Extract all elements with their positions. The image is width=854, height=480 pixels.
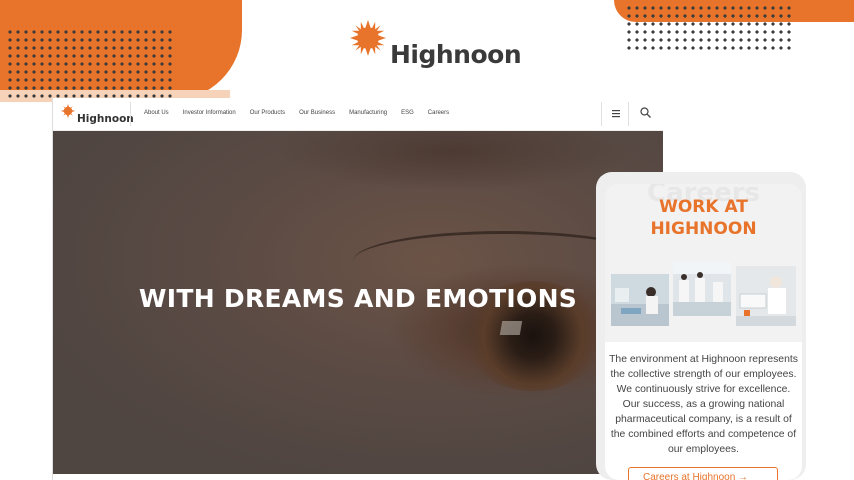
careers-photo-lab-2 [673,262,731,322]
site-navbar: Highnoon About Us Investor Information O… [53,98,663,131]
brand-wordmark: Highnoon [390,40,522,69]
nav-link-manufacturing[interactable]: Manufacturing [349,110,387,116]
hero-banner: WITH DREAMS AND EMOTIONS [53,131,663,474]
careers-photo-lab-1 [611,274,669,334]
nav-link-our-business[interactable]: Our Business [299,110,335,116]
careers-card-header: Careers WORK AT HIGHNOON [605,184,802,342]
careers-at-highnoon-button[interactable]: Careers at Highnoon → [628,467,778,480]
nav-link-esg[interactable]: ESG [401,110,414,116]
decorative-dot-grid-left [6,28,176,98]
brand-logo: Highnoon [350,20,522,72]
sun-logo-icon [61,104,75,118]
decorative-dot-grid-right [625,4,793,52]
website-preview: Highnoon About Us Investor Information O… [52,98,663,480]
careers-photo-lab-3 [736,266,796,326]
lab-photo-image [611,274,669,326]
menu-button[interactable] [601,102,629,126]
sun-logo-icon [350,20,386,56]
nav-links: About Us Investor Information Our Produc… [144,110,463,116]
lab-photo-image [736,266,796,326]
careers-title-line2: HIGHNOON [650,219,757,239]
nav-logo-text: Highnoon [77,113,134,125]
hamburger-menu-icon [612,110,620,118]
nav-link-our-products[interactable]: Our Products [250,110,285,116]
careers-description: The environment at Highnoon represents t… [609,354,798,455]
careers-title: WORK AT HIGHNOON [605,196,802,240]
nav-link-about-us[interactable]: About Us [144,110,169,116]
nav-divider [130,102,131,126]
nav-link-investor-information[interactable]: Investor Information [183,110,236,116]
hero-headline: WITH DREAMS AND EMOTIONS [138,284,578,313]
careers-card: Careers WORK AT HIGHNOON The environment… [605,184,802,480]
hero-image-reflection [499,321,523,335]
nav-logo[interactable]: Highnoon [61,104,134,126]
search-icon [640,107,651,118]
lab-photo-image [673,262,731,316]
careers-title-line1: WORK AT [659,197,748,217]
search-button[interactable] [639,106,653,120]
nav-link-careers[interactable]: Careers [428,110,449,116]
